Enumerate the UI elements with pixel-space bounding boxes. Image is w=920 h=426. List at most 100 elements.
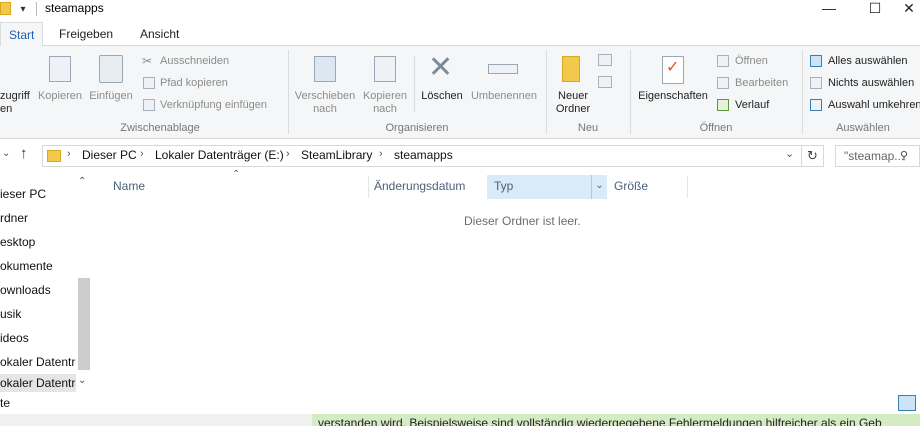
open-label: Öffnen bbox=[735, 55, 768, 67]
copy-to-button[interactable]: Kopieren nach bbox=[360, 52, 410, 122]
copy-button[interactable]: Kopieren bbox=[36, 52, 84, 122]
close-button[interactable]: ✕ bbox=[898, 0, 920, 16]
new-item-icon[interactable] bbox=[598, 54, 612, 66]
address-dropdown-icon[interactable]: ⌄ bbox=[785, 147, 794, 160]
copy-path-button[interactable]: Pfad kopieren bbox=[142, 76, 282, 90]
type-filter-dropdown-icon[interactable]: ⌄ bbox=[591, 175, 607, 199]
group-separator bbox=[546, 50, 547, 134]
breadcrumb-chevron-icon[interactable]: › bbox=[67, 148, 71, 160]
breadcrumb-steamlibrary[interactable]: SteamLibrary bbox=[301, 148, 372, 162]
breadcrumb-steamapps[interactable]: steamapps bbox=[394, 148, 453, 162]
paste-shortcut-label: Verknüpfung einfügen bbox=[160, 99, 268, 111]
column-header-size[interactable]: Größe bbox=[607, 175, 687, 199]
quick-access-dropdown[interactable]: ▾ bbox=[16, 3, 30, 17]
group-label-auswaehlen: Auswählen bbox=[836, 122, 890, 134]
shortcut-icon bbox=[143, 99, 155, 111]
search-icon: ⚲ bbox=[900, 150, 909, 162]
edit-button[interactable]: Bearbeiten bbox=[716, 76, 800, 90]
column-header-type-label: Typ bbox=[494, 179, 514, 193]
breadcrumb-chevron-icon[interactable]: › bbox=[286, 148, 290, 160]
group-separator bbox=[802, 50, 803, 134]
empty-folder-message: Dieser Ordner ist leer. bbox=[464, 214, 581, 228]
nav-item-documents[interactable]: okumente bbox=[0, 257, 76, 281]
path-icon bbox=[143, 77, 155, 89]
nav-item-videos[interactable]: ideos bbox=[0, 329, 76, 353]
minimize-button[interactable]: — bbox=[806, 0, 852, 16]
paste-shortcut-button[interactable]: Verknüpfung einfügen bbox=[142, 98, 282, 112]
recent-locations-chevron-icon[interactable]: ⌄ bbox=[2, 148, 10, 159]
column-header-name[interactable]: Name bbox=[104, 175, 368, 199]
cut-button[interactable]: ✂ Ausschneiden bbox=[142, 54, 282, 68]
pin-label-line1: zugriff bbox=[0, 90, 30, 102]
navigation-bar: ⌄ ↑ › Dieser PC › Lokaler Datenträger (E… bbox=[0, 141, 920, 171]
copy-to-icon bbox=[374, 56, 396, 82]
address-bar[interactable]: › Dieser PC › Lokaler Datenträger (E:) ›… bbox=[42, 145, 802, 167]
copy-to-label-line1: Kopieren bbox=[362, 90, 408, 102]
properties-icon: ✓ bbox=[662, 56, 684, 84]
background-window-text: verstanden wird. Beispielsweise sind vol… bbox=[312, 414, 920, 426]
checkmark-icon: ✓ bbox=[666, 59, 680, 76]
nav-item-local-disk-2[interactable]: okaler Datenträ bbox=[0, 374, 76, 392]
scroll-up-icon[interactable]: ⌃ bbox=[78, 176, 86, 187]
group-label-neu: Neu bbox=[577, 122, 599, 134]
title-separator bbox=[36, 2, 37, 16]
tab-start[interactable]: Start bbox=[0, 22, 44, 47]
easy-access-icon[interactable] bbox=[598, 76, 612, 88]
column-separator[interactable] bbox=[687, 176, 688, 198]
nav-item-music[interactable]: usik bbox=[0, 305, 76, 329]
invert-selection-button[interactable]: Auswahl umkehren bbox=[810, 98, 920, 112]
nav-item-folders[interactable]: rdner bbox=[0, 209, 76, 233]
rename-button[interactable]: Umbenennen bbox=[468, 52, 540, 122]
nav-item-this-pc[interactable]: ieser PC bbox=[0, 185, 76, 209]
folder-icon bbox=[47, 150, 61, 162]
paste-button[interactable]: Einfügen bbox=[86, 52, 136, 122]
up-arrow-icon[interactable]: ↑ bbox=[20, 145, 28, 162]
column-header-date[interactable]: Änderungsdatum bbox=[369, 175, 487, 199]
pin-label-line2: en bbox=[0, 103, 13, 115]
nav-item-downloads[interactable]: ownloads bbox=[0, 281, 76, 305]
breadcrumb-chevron-icon[interactable]: › bbox=[140, 148, 144, 160]
breadcrumb-dieser-pc[interactable]: Dieser PC bbox=[82, 148, 137, 162]
breadcrumb-chevron-icon[interactable]: › bbox=[379, 148, 383, 160]
refresh-icon[interactable]: ↻ bbox=[802, 145, 824, 167]
scroll-down-icon[interactable]: ⌄ bbox=[78, 375, 86, 386]
maximize-button[interactable]: ☐ bbox=[852, 0, 898, 16]
properties-label: Eigenschaften bbox=[638, 90, 708, 102]
tab-freigeben[interactable]: Freigeben bbox=[51, 22, 121, 46]
scissors-icon: ✂ bbox=[142, 54, 153, 68]
details-view-icon[interactable] bbox=[898, 395, 916, 411]
nav-scrollbar-thumb[interactable] bbox=[78, 278, 90, 370]
group-separator bbox=[288, 50, 289, 134]
nav-item-desktop[interactable]: esktop bbox=[0, 233, 76, 257]
move-to-button[interactable]: Verschieben nach bbox=[292, 52, 358, 122]
open-button[interactable]: Öffnen bbox=[716, 54, 796, 68]
paste-label: Einfügen bbox=[89, 90, 133, 102]
move-label-line1: Verschieben bbox=[294, 90, 356, 102]
tab-ansicht[interactable]: Ansicht bbox=[132, 22, 187, 46]
copy-label: Kopieren bbox=[37, 90, 83, 102]
history-button[interactable]: Verlauf bbox=[716, 98, 796, 112]
ribbon-tabs: Start Freigeben Ansicht bbox=[0, 22, 920, 47]
status-bar: te bbox=[0, 392, 920, 414]
delete-button[interactable]: ✕ Löschen bbox=[418, 52, 466, 122]
new-folder-label-line2: Ordner bbox=[555, 103, 591, 115]
new-folder-label-line1: Neuer bbox=[558, 90, 588, 102]
delete-label: Löschen bbox=[421, 90, 463, 102]
column-header-type[interactable]: Typ bbox=[487, 175, 607, 199]
copy-icon bbox=[49, 56, 71, 82]
properties-button[interactable]: ✓ Eigenschaften bbox=[634, 52, 712, 122]
invert-selection-label: Auswahl umkehren bbox=[828, 99, 920, 111]
open-icon bbox=[717, 55, 729, 67]
inner-separator bbox=[414, 56, 415, 112]
breadcrumb-drive[interactable]: Lokaler Datenträger (E:) bbox=[155, 148, 284, 162]
new-folder-button[interactable]: Neuer Ordner bbox=[550, 52, 596, 122]
window-title: steamapps bbox=[45, 1, 104, 15]
delete-x-icon: ✕ bbox=[428, 51, 454, 84]
invert-selection-icon bbox=[810, 99, 822, 111]
move-label-line2: nach bbox=[313, 103, 337, 115]
select-all-button[interactable]: Alles auswählen bbox=[810, 54, 920, 68]
rename-icon bbox=[488, 64, 518, 74]
edit-label: Bearbeiten bbox=[735, 77, 789, 89]
select-none-button[interactable]: Nichts auswählen bbox=[810, 76, 920, 90]
pin-quick-access-button[interactable]: zugriff en bbox=[0, 90, 34, 116]
